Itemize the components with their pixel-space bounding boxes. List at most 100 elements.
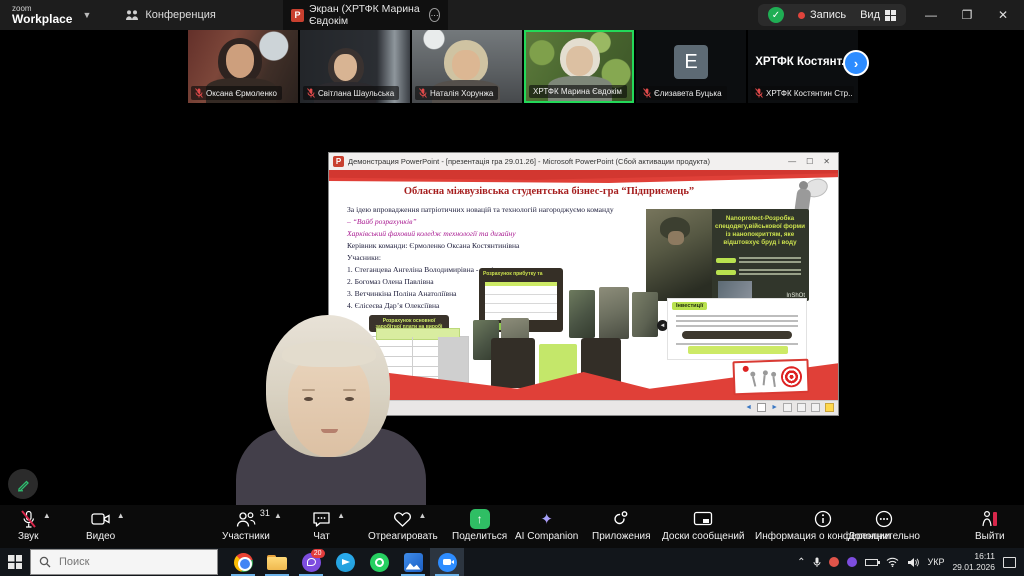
folder-icon bbox=[267, 555, 287, 570]
action-center-icon[interactable] bbox=[1003, 557, 1016, 568]
slide-text-line: Харківський фаховий коледж технології та… bbox=[347, 229, 516, 238]
tray-expand-icon[interactable]: ⌃ bbox=[797, 557, 805, 568]
powerpoint-icon: P bbox=[333, 156, 344, 167]
ppt-maximize-button[interactable]: ☐ bbox=[806, 157, 813, 166]
next-slide-icon[interactable]: ► bbox=[771, 404, 778, 411]
ppt-close-button[interactable]: ✕ bbox=[823, 157, 830, 166]
tray-mic-icon[interactable] bbox=[813, 557, 821, 568]
pencil-icon bbox=[16, 477, 31, 492]
pen-menu-icon[interactable] bbox=[757, 403, 766, 412]
search-icon bbox=[39, 556, 51, 568]
taskbar-photos[interactable] bbox=[396, 548, 430, 576]
ai-companion-button[interactable]: ✦ AI Companion bbox=[515, 509, 578, 542]
leave-label: Выйти bbox=[975, 531, 1005, 542]
normal-view-icon[interactable] bbox=[783, 403, 792, 412]
tab-meeting[interactable]: Конференция bbox=[125, 9, 215, 21]
wifi-icon[interactable] bbox=[886, 557, 899, 567]
ai-companion-icon: ✦ bbox=[540, 510, 553, 528]
chevron-up-icon[interactable]: ▲ bbox=[117, 511, 125, 520]
leave-button[interactable]: Выйти bbox=[975, 509, 1005, 542]
chevron-up-icon[interactable]: ▲ bbox=[43, 511, 51, 520]
ai-companion-label: AI Companion bbox=[515, 531, 578, 542]
video-icon bbox=[91, 511, 111, 527]
next-participants-button[interactable]: › bbox=[843, 50, 869, 76]
stick-figure bbox=[772, 377, 775, 387]
react-button[interactable]: ▲ Отреагировать bbox=[368, 509, 438, 542]
annotate-button[interactable] bbox=[8, 469, 38, 499]
slideshow-view-icon[interactable] bbox=[825, 403, 834, 412]
taskbar-explorer[interactable] bbox=[260, 548, 294, 576]
video-thumb-5[interactable]: E Єлизавета Буцька bbox=[636, 30, 746, 103]
muted-mic-icon bbox=[419, 88, 427, 98]
face-shape bbox=[668, 231, 684, 245]
taskbar-zoom[interactable] bbox=[430, 548, 464, 576]
video-thumb-3[interactable]: Наталія Хорунжа bbox=[412, 30, 522, 103]
dartboard-icon bbox=[781, 366, 803, 388]
profit-table bbox=[485, 282, 557, 320]
chrome-icon bbox=[234, 553, 253, 572]
participant-name: Наталія Хорунжа bbox=[430, 89, 493, 98]
apps-button[interactable]: Приложения bbox=[592, 509, 651, 542]
ppt-minimize-button[interactable]: — bbox=[788, 157, 796, 166]
taskbar-telegram[interactable] bbox=[328, 548, 362, 576]
view-button[interactable]: Вид bbox=[860, 9, 896, 21]
reading-view-icon[interactable] bbox=[811, 403, 820, 412]
lime-chip bbox=[716, 258, 736, 263]
record-indicator[interactable]: Запись bbox=[798, 9, 846, 21]
more-icon bbox=[875, 510, 893, 528]
video-thumb-4-active-speaker[interactable]: ХРТФК Марина Євдокім bbox=[524, 30, 634, 103]
participant-face bbox=[334, 54, 357, 81]
slide-sorter-icon[interactable] bbox=[797, 403, 806, 412]
tray-viber-icon[interactable] bbox=[847, 557, 857, 567]
taskbar-viber[interactable]: 20 bbox=[294, 548, 328, 576]
audio-button[interactable]: ▲ Звук bbox=[18, 509, 39, 542]
more-button[interactable]: Дополнительно bbox=[848, 509, 920, 542]
language-indicator[interactable]: УКР bbox=[927, 557, 944, 567]
viber-icon: 20 bbox=[302, 553, 321, 572]
slide-text-line: Учасники: bbox=[347, 253, 381, 262]
chat-button[interactable]: ▲ Чат bbox=[312, 509, 331, 542]
tab-screen-label: Экран (ХРТФК Марина Євдокім bbox=[309, 3, 420, 27]
dark-strip bbox=[682, 331, 792, 339]
powerpoint-titlebar[interactable]: P Демонстрация PowerPoint - [презентація… bbox=[329, 153, 838, 170]
soldier-photo bbox=[599, 287, 629, 339]
boards-button[interactable]: Доски сообщений bbox=[662, 509, 745, 542]
zoom-workplace-logo: zoom Workplace bbox=[12, 5, 72, 25]
taskbar-clock[interactable]: 16:11 29.01.2026 bbox=[952, 551, 995, 572]
security-shield-icon[interactable]: ✓ bbox=[768, 7, 784, 23]
share-button[interactable]: ↑ Поделиться bbox=[452, 509, 507, 542]
volume-icon[interactable] bbox=[907, 557, 919, 568]
slide-title: Обласна міжвузівська студентська бізнес-… bbox=[349, 186, 749, 197]
minimize-button[interactable]: — bbox=[920, 8, 942, 22]
powerpoint-title: Демонстрация PowerPoint - [презентація г… bbox=[348, 157, 710, 166]
taskbar-chrome[interactable] bbox=[226, 548, 260, 576]
taskbar-search[interactable] bbox=[30, 549, 218, 575]
stick-figure bbox=[763, 375, 766, 385]
taskbar-whatsapp[interactable] bbox=[362, 548, 396, 576]
video-button[interactable]: ▲ Видео bbox=[86, 509, 115, 542]
investments-panel: Інвестиції bbox=[667, 298, 807, 360]
tab-options-icon[interactable]: ⋯ bbox=[429, 8, 440, 22]
chevron-up-icon[interactable]: ▲ bbox=[274, 511, 282, 520]
video-thumb-6[interactable]: ХРТФК Костянт... ХРТФК Костянтин Стр.. bbox=[748, 30, 858, 103]
leave-icon bbox=[980, 510, 999, 528]
video-thumb-1[interactable]: Оксана Єрмоленко bbox=[188, 30, 298, 103]
app-titlebar: zoom Workplace ▼ Конференция P Экран (ХР… bbox=[0, 0, 1024, 30]
red-dot bbox=[743, 366, 749, 372]
video-thumb-2[interactable]: Світлана Шаульська bbox=[300, 30, 410, 103]
view-grid-icon bbox=[885, 10, 896, 21]
battery-icon[interactable] bbox=[865, 559, 878, 566]
start-button[interactable] bbox=[0, 548, 30, 576]
search-input[interactable] bbox=[59, 556, 199, 568]
prev-slide-icon[interactable]: ◄ bbox=[745, 404, 752, 411]
tab-shared-screen[interactable]: P Экран (ХРТФК Марина Євдокім ⋯ bbox=[283, 0, 448, 30]
participants-button[interactable]: 31 ▲ Участники bbox=[222, 509, 270, 542]
chevron-up-icon[interactable]: ▲ bbox=[418, 511, 426, 520]
close-button[interactable]: ✕ bbox=[992, 8, 1014, 22]
tray-app-red-icon[interactable] bbox=[829, 557, 839, 567]
chevron-up-icon[interactable]: ▲ bbox=[337, 511, 345, 520]
photos-icon bbox=[404, 553, 423, 572]
system-tray: ⌃ УКР 16:11 29.01.2026 bbox=[797, 551, 1024, 572]
chevron-down-icon[interactable]: ▼ bbox=[82, 10, 91, 20]
restore-button[interactable]: ❐ bbox=[956, 8, 978, 22]
